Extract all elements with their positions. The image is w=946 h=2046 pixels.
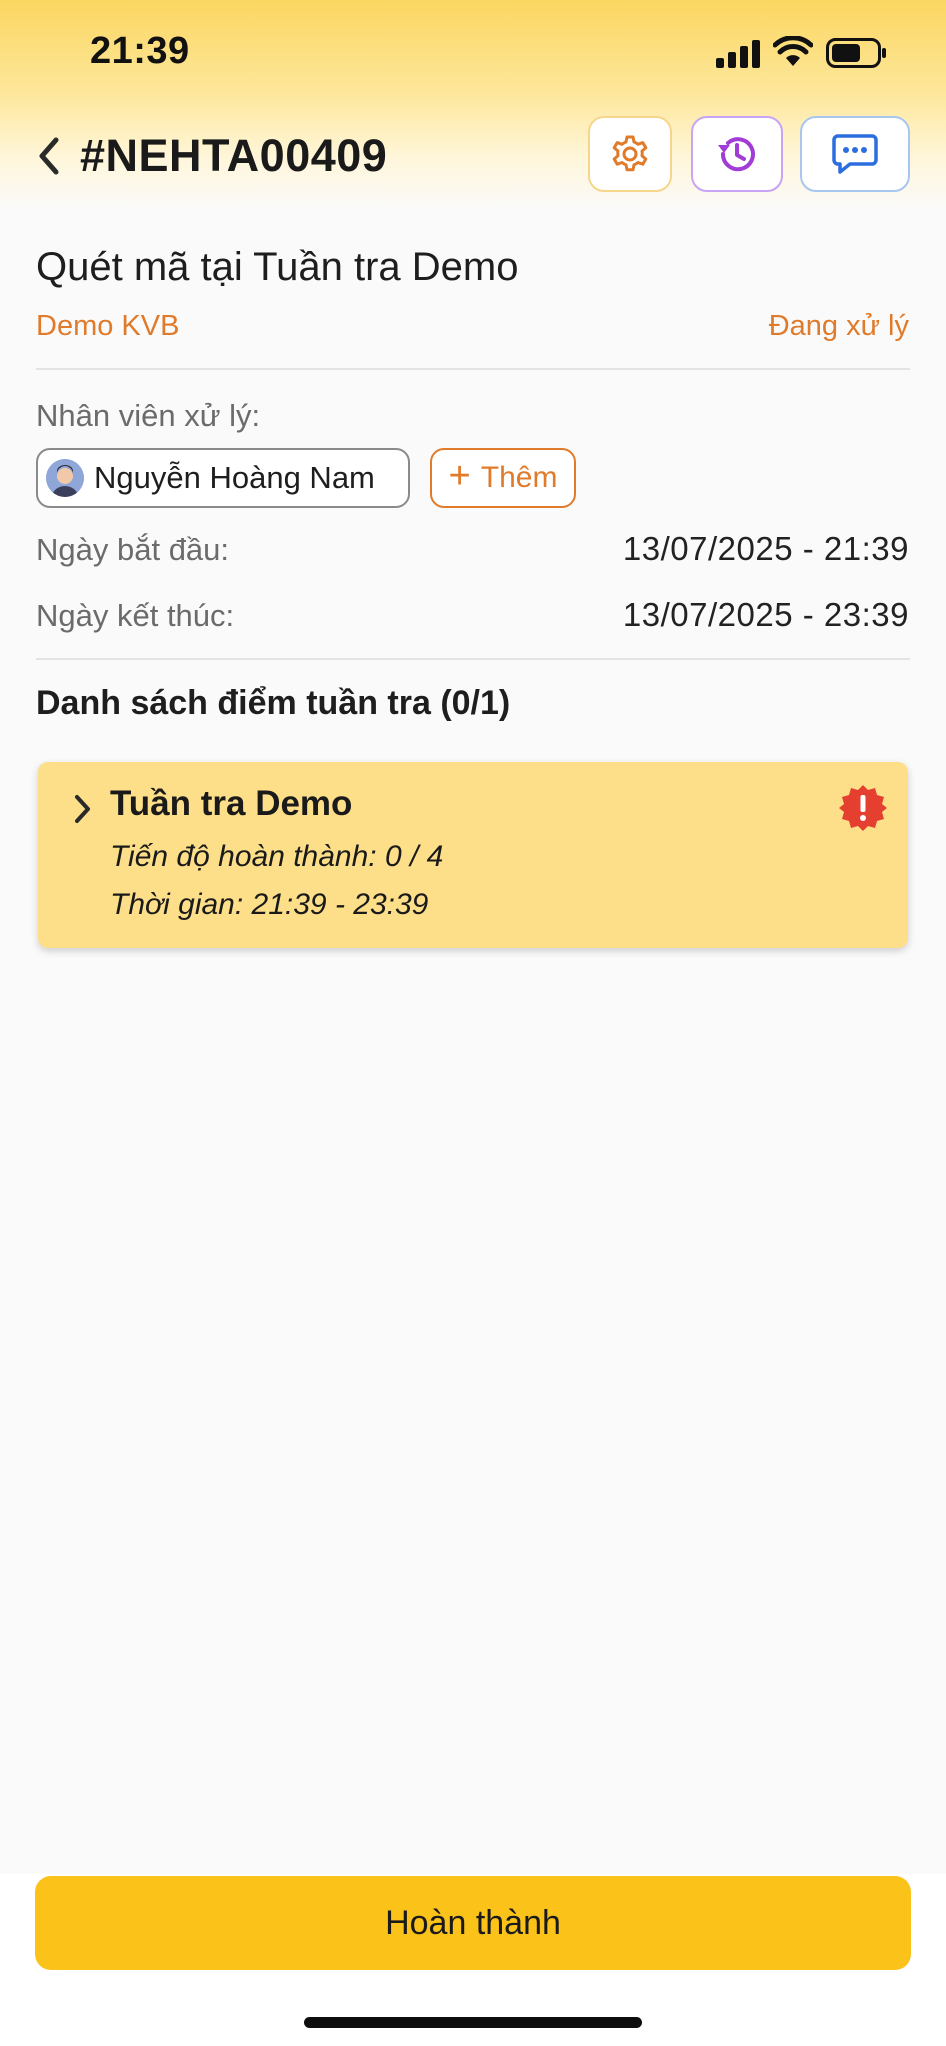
cellular-signal-icon <box>716 40 760 68</box>
settings-button[interactable] <box>588 116 672 192</box>
assignees-label: Nhân viên xử lý: <box>36 398 261 433</box>
ticket-id: #NEHTA00409 <box>80 130 388 181</box>
assignee-chip[interactable]: Nguyễn Hoàng Nam <box>36 448 410 508</box>
area-name: Demo KVB <box>36 310 180 342</box>
home-indicator <box>304 2017 642 2028</box>
chat-icon <box>832 134 878 174</box>
start-date-value: 13/07/2025 - 21:39 <box>622 530 909 567</box>
app-header: #NEHTA00409 <box>0 110 946 200</box>
status-time: 21:39 <box>90 30 190 72</box>
status-badge: Đang xử lý <box>768 310 909 342</box>
complete-button[interactable]: Hoàn thành <box>35 1876 911 1970</box>
checkpoint-name: Tuần tra Demo <box>110 784 353 823</box>
checkpoint-card[interactable]: Tuần tra Demo Tiến độ hoàn thành: 0 / 4 … <box>38 762 908 948</box>
chevron-right-icon[interactable] <box>72 792 94 826</box>
chat-button[interactable] <box>800 116 910 192</box>
alert-icon <box>839 785 887 831</box>
checkpoint-list-title: Danh sách điểm tuần tra (0/1) <box>36 684 511 722</box>
wifi-icon <box>773 36 813 66</box>
battery-icon <box>826 38 886 68</box>
history-button[interactable] <box>691 116 783 192</box>
divider <box>36 658 910 660</box>
checkpoint-progress: Tiến độ hoàn thành: 0 / 4 <box>110 840 444 873</box>
assignee-name: Nguyễn Hoàng Nam <box>94 460 375 495</box>
avatar <box>46 459 84 497</box>
status-bar: 21:39 <box>0 0 946 105</box>
history-icon <box>718 137 755 172</box>
add-assignee-button[interactable]: + Thêm <box>430 448 576 508</box>
add-assignee-label: Thêm <box>480 461 558 494</box>
back-icon[interactable] <box>32 134 66 178</box>
end-date-value: 13/07/2025 - 23:39 <box>622 596 909 633</box>
end-date-label: Ngày kết thúc: <box>36 598 235 633</box>
gear-icon <box>612 135 648 172</box>
start-date-label: Ngày bắt đầu: <box>36 532 230 567</box>
divider <box>36 368 910 370</box>
plus-icon: + <box>448 455 471 497</box>
checkpoint-time: Thời gian: 21:39 - 23:39 <box>110 888 429 921</box>
task-title: Quét mã tại Tuần tra Demo <box>36 245 519 289</box>
